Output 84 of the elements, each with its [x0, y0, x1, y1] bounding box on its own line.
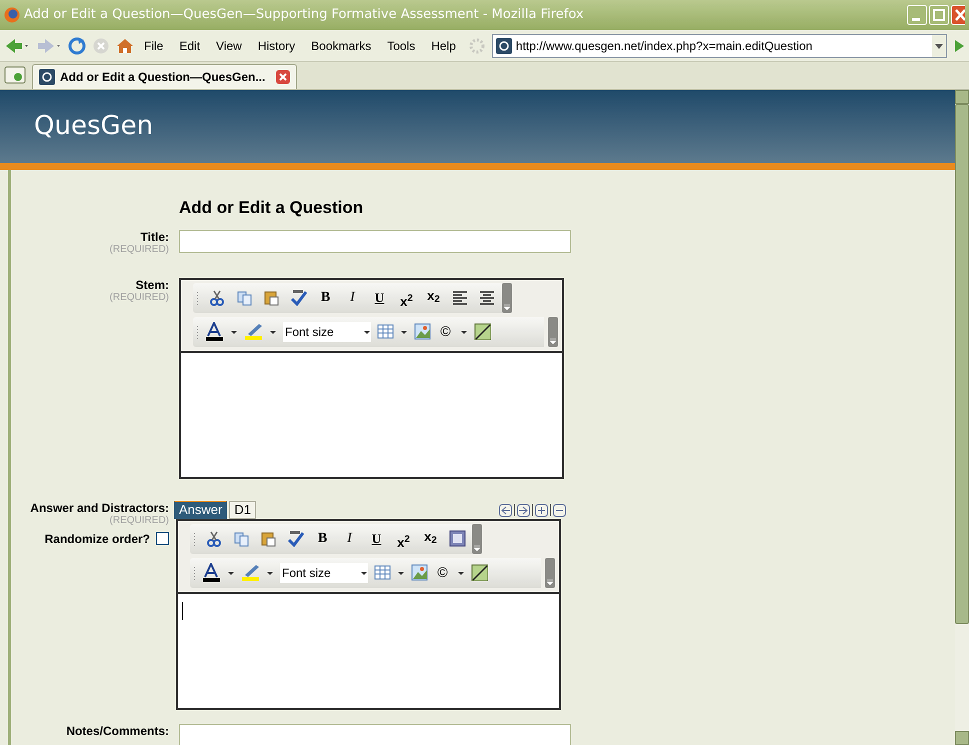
grip-icon — [193, 532, 196, 546]
table-icon[interactable] — [374, 564, 391, 581]
close-tab-icon[interactable] — [276, 70, 290, 84]
table-icon[interactable] — [377, 323, 394, 340]
checkmark-icon[interactable] — [287, 530, 304, 547]
paste-icon[interactable] — [260, 530, 277, 547]
toolbar-overflow-icon[interactable] — [472, 524, 482, 554]
browser-logo-icon — [4, 7, 20, 23]
toolbar-overflow-icon[interactable] — [502, 282, 512, 312]
new-tab-icon[interactable] — [4, 65, 26, 85]
subscript-button[interactable]: x$_{2}$ — [422, 528, 439, 549]
throbber-icon — [468, 36, 486, 54]
scissors-icon[interactable] — [209, 289, 226, 306]
font-size-dropdown[interactable]: Font size — [283, 322, 371, 342]
menu-item[interactable]: Bookmarks — [311, 36, 372, 54]
align-left-icon[interactable] — [452, 289, 469, 306]
menu-item[interactable]: Help — [431, 36, 456, 54]
align-center-icon[interactable] — [479, 289, 496, 306]
image-icon[interactable] — [414, 323, 431, 340]
copyright-button[interactable]: © — [437, 323, 454, 340]
checkbox[interactable] — [156, 532, 169, 545]
toolbar-overflow-icon[interactable] — [545, 558, 555, 588]
field-label: Title: — [140, 230, 169, 244]
menu-item[interactable]: View — [216, 36, 242, 54]
home-icon[interactable] — [116, 36, 134, 54]
right-arrow-icon[interactable] — [517, 504, 530, 516]
required-note: (REQUIRED) — [110, 292, 169, 304]
text-cursor — [182, 602, 183, 620]
grip-icon — [196, 324, 199, 338]
square-icon[interactable] — [474, 323, 491, 340]
paste-icon[interactable] — [263, 289, 280, 306]
browser-tab[interactable]: Add or Edit a Question—QuesGen... — [32, 64, 298, 89]
answer-tab[interactable]: D1 — [229, 500, 256, 518]
field-label: Answer and Distractors: — [30, 500, 169, 514]
address-field[interactable]: http://www.quesgen.net/index.php?x=main.editQuestion — [492, 34, 947, 58]
square-icon[interactable] — [449, 530, 466, 547]
answer-tab[interactable]: Answer — [174, 500, 228, 518]
italic-button[interactable]: I — [344, 289, 361, 306]
checkbox-label: Randomize order? — [44, 530, 150, 548]
window-title: Add or Edit a Question—QuesGen—Supporting Formative Assessment - Mozilla Firefox — [24, 6, 585, 24]
required-note: (REQUIRED) — [110, 514, 169, 526]
bold-button[interactable]: B — [314, 530, 331, 547]
copyright-button[interactable]: © — [434, 564, 451, 581]
menu-item[interactable]: Tools — [387, 36, 416, 54]
grip-icon — [196, 290, 199, 304]
highlight-icon[interactable] — [241, 563, 260, 582]
required-note: (REQUIRED) — [110, 244, 169, 256]
font-color-icon[interactable] — [202, 563, 221, 582]
font-size-dropdown[interactable]: Font size — [280, 562, 368, 582]
field-label: Stem: — [136, 278, 169, 292]
site-favicon-icon — [39, 69, 55, 85]
left-arrow-icon[interactable] — [499, 504, 512, 516]
superscript-button[interactable]: x$^{2}$ — [395, 526, 412, 550]
text-input-field[interactable] — [179, 230, 571, 252]
toolbar-overflow-icon[interactable] — [548, 316, 558, 346]
close-icon[interactable] — [951, 5, 965, 25]
scrollbar[interactable] — [955, 90, 969, 745]
subscript-button[interactable]: x$_{2}$ — [425, 287, 442, 308]
site-favicon-icon — [496, 38, 512, 54]
superscript-button[interactable]: x$^{2}$ — [398, 286, 415, 310]
reload-icon[interactable] — [68, 36, 86, 54]
font-color-icon[interactable] — [205, 322, 224, 341]
copy-icon[interactable] — [233, 530, 250, 547]
bold-button[interactable]: B — [317, 289, 334, 306]
field-label: Notes/Comments: — [66, 724, 169, 738]
text-input-field[interactable] — [179, 724, 571, 745]
highlight-icon[interactable] — [244, 322, 263, 341]
grip-icon — [193, 566, 196, 580]
underline-button[interactable]: U — [371, 289, 388, 306]
site-logo[interactable]: QuesGen — [34, 107, 154, 146]
square-icon[interactable] — [471, 564, 488, 581]
add-icon[interactable] — [535, 504, 548, 516]
copy-icon[interactable] — [236, 289, 253, 306]
remove-icon[interactable] — [553, 504, 566, 516]
page-heading: Add or Edit a Question — [178, 197, 364, 219]
menu-item[interactable]: History — [258, 36, 296, 54]
underline-button[interactable]: U — [368, 530, 385, 547]
checkmark-icon[interactable] — [290, 289, 307, 306]
italic-button[interactable]: I — [341, 530, 358, 547]
menu-item[interactable]: Edit — [179, 36, 200, 54]
image-icon[interactable] — [411, 564, 428, 581]
go-arrow-icon[interactable] — [953, 38, 965, 54]
menu-item[interactable]: File — [144, 36, 164, 54]
scissors-icon[interactable] — [206, 530, 223, 547]
